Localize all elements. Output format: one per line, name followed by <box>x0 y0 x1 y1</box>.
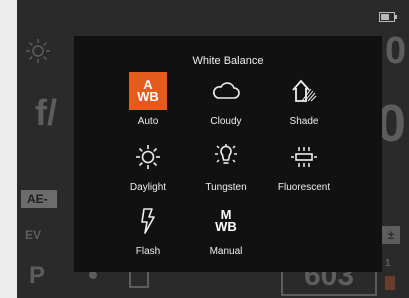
option-label: Flash <box>135 246 161 257</box>
wb-option-manual[interactable]: M WB Manual <box>188 202 264 260</box>
option-label: Cloudy <box>210 116 242 127</box>
flash-icon <box>129 202 167 240</box>
option-label: Auto <box>137 116 159 127</box>
camera-screen: f/ 0 0 AE- EV ± P 603 1 White Balance AW… <box>17 0 409 298</box>
bulb-icon <box>207 138 245 176</box>
shooting-mode: P <box>29 262 46 289</box>
fluorescent-icon <box>285 138 323 176</box>
option-label: Fluorescent <box>277 182 331 193</box>
wb-option-fluorescent[interactable]: Fluorescent <box>266 138 342 196</box>
exposure-compensation-icon: ± <box>382 226 400 244</box>
top-right-readout: 0 <box>385 30 407 72</box>
option-label: Tungsten <box>205 182 247 193</box>
shade-house-icon <box>285 72 323 110</box>
auto-wb-icon: A WB <box>129 72 167 110</box>
cloud-icon <box>207 72 245 110</box>
battery-icon <box>379 12 397 22</box>
option-label: Manual <box>209 246 243 257</box>
ae-lock-badge: AE- <box>21 190 57 208</box>
aperture-readout: f/ <box>35 92 57 133</box>
wb-option-flash[interactable]: Flash <box>110 202 186 260</box>
white-balance-dialog: White Balance A WB Auto Cloudy Shade Day… <box>74 36 382 272</box>
frame-count: 1 <box>385 258 391 269</box>
option-label: Shade <box>289 116 319 127</box>
sun-icon <box>26 39 50 63</box>
wb-option-shade[interactable]: Shade <box>266 72 342 130</box>
wb-option-cloudy[interactable]: Cloudy <box>188 72 264 130</box>
wb-option-auto[interactable]: A WB Auto <box>110 72 186 130</box>
manual-wb-icon: M WB <box>215 207 237 234</box>
sun-icon <box>129 138 167 176</box>
dialog-title: White Balance <box>192 55 264 67</box>
wb-option-tungsten[interactable]: Tungsten <box>188 138 264 196</box>
option-label: Daylight <box>129 182 167 193</box>
metering-dot-icon <box>89 271 97 279</box>
ev-label: EV <box>25 228 42 242</box>
wb-option-daylight[interactable]: Daylight <box>110 138 186 196</box>
card-indicator-icon <box>385 276 395 290</box>
